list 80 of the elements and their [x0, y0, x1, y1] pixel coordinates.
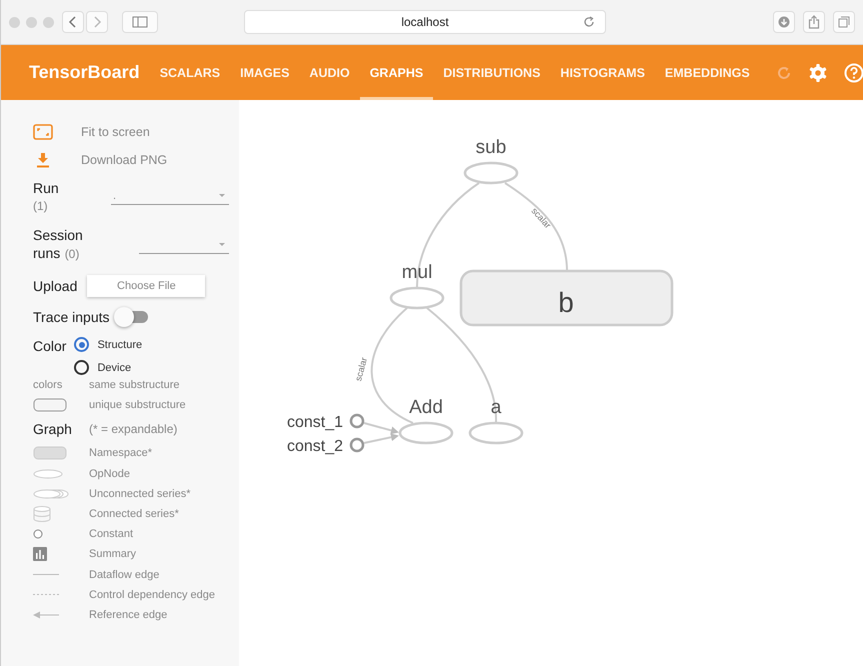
nav-tab[interactable]: DISTRIBUTIONS — [433, 45, 550, 100]
sidebar-toggle-button[interactable] — [122, 11, 158, 33]
ellipse-icon — [33, 468, 63, 479]
legend-label: Unconnected series* — [89, 488, 191, 500]
dashed-line-icon — [33, 593, 59, 596]
settings-icon[interactable] — [808, 62, 828, 82]
circle-icon — [33, 529, 43, 540]
forward-icon[interactable] — [92, 16, 102, 28]
stack-icon — [33, 506, 51, 522]
solid-line-icon — [33, 573, 59, 576]
radio-button[interactable] — [74, 360, 90, 375]
node-label: mul — [402, 262, 432, 283]
action-link[interactable]: Download PNG — [81, 153, 168, 167]
legend-label: Constant — [89, 528, 134, 540]
graph-label: Graph — [33, 421, 72, 438]
runs-label: runs — [33, 245, 60, 261]
nav-tab[interactable]: AUDIO — [299, 45, 360, 100]
run-label: Run — [33, 180, 59, 196]
legend-label: unique substructure — [89, 399, 186, 412]
sidebar-icon[interactable] — [132, 16, 148, 28]
radio-button[interactable] — [74, 337, 90, 352]
session-label: Session — [33, 227, 83, 243]
series-icon — [33, 488, 69, 499]
reload-icon[interactable] — [583, 16, 595, 28]
constant-node[interactable] — [350, 438, 364, 452]
radio-label: Device — [97, 362, 132, 374]
share-button[interactable] — [803, 11, 825, 33]
legend-label: Dataflow edge — [89, 568, 160, 581]
op-node[interactable] — [398, 422, 454, 444]
fit-screen-icon[interactable] — [33, 124, 53, 140]
nav-tab[interactable]: SCALARS — [150, 45, 230, 100]
legend-label: Connected series* — [89, 508, 179, 520]
tabs-button[interactable] — [833, 11, 855, 33]
op-node[interactable] — [468, 422, 524, 444]
rounded-rect-icon — [33, 398, 67, 412]
node-label: b — [558, 287, 574, 318]
nav-tab[interactable]: EMBEDDINGS — [654, 45, 760, 100]
refresh-icon[interactable] — [776, 64, 792, 80]
share-icon[interactable] — [808, 15, 820, 29]
run-count: (1) — [33, 199, 49, 213]
forward-button[interactable] — [86, 11, 108, 33]
node-label: const_2 — [286, 438, 343, 455]
node-label: Add — [409, 397, 443, 418]
legend-label: same substructure — [89, 379, 180, 392]
bar-chart-icon — [33, 547, 47, 562]
namespace-icon — [33, 446, 67, 460]
legend-symbol: colors — [33, 379, 62, 392]
legend-label: Namespace* — [89, 447, 152, 460]
app-title: TensorBoard — [29, 62, 140, 83]
back-button[interactable] — [62, 11, 84, 33]
op-node[interactable] — [390, 286, 444, 310]
legend-label: Summary — [89, 548, 136, 560]
legend-label: Reference edge — [89, 608, 168, 621]
download-icon[interactable] — [778, 16, 790, 28]
session-runs-count: (0) — [64, 247, 80, 261]
downloads-button[interactable] — [773, 11, 795, 33]
radio-label: Structure — [97, 338, 142, 350]
trace-inputs-label: Trace inputs — [33, 309, 110, 325]
legend-label: Control dependency edge — [89, 588, 215, 601]
node-label: sub — [476, 137, 506, 158]
color-label: Color — [33, 337, 66, 356]
legend-label: OpNode — [89, 468, 130, 480]
op-node[interactable] — [464, 162, 518, 184]
legend-note: (* = expandable) — [89, 422, 178, 436]
namespace-node[interactable] — [460, 270, 674, 326]
upload-label: Upload — [33, 278, 78, 294]
help-icon[interactable] — [844, 62, 863, 82]
action-link[interactable]: Fit to screen — [81, 125, 150, 139]
node-label: const_1 — [286, 414, 343, 431]
choose-file-button[interactable]: Choose File — [87, 275, 206, 297]
back-icon[interactable] — [68, 16, 78, 28]
address-bar[interactable]: localhost — [244, 10, 606, 34]
tabs-icon[interactable] — [838, 16, 850, 28]
nav-tab[interactable]: HISTOGRAMS — [550, 45, 655, 100]
constant-node[interactable] — [350, 414, 364, 428]
edge-label: scalar — [353, 356, 370, 382]
left-arrow-icon — [33, 610, 59, 619]
node-label: a — [490, 397, 502, 418]
nav-tab[interactable]: IMAGES — [230, 45, 300, 100]
run-dropdown[interactable]: . — [111, 186, 229, 205]
